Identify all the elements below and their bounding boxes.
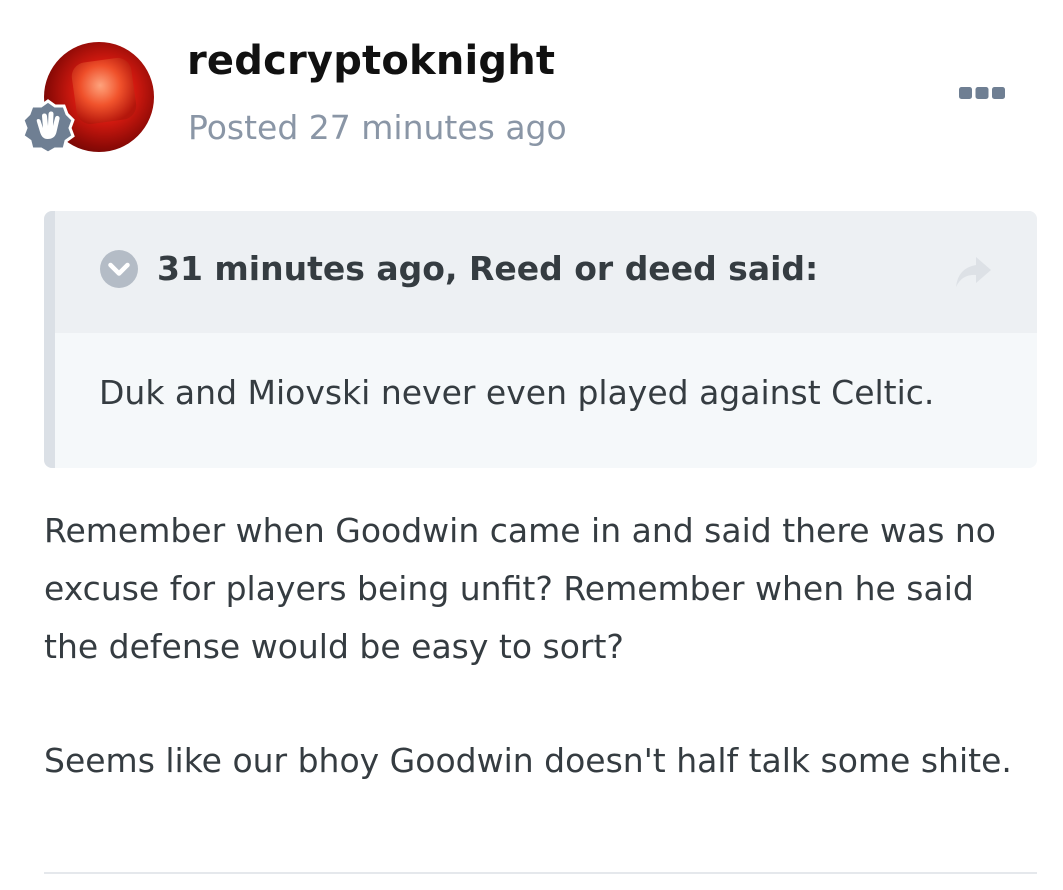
post-paragraph-line: the defense would be easy to sort?	[44, 627, 624, 666]
post-divider	[44, 872, 1037, 874]
quote-block: 31 minutes ago, Reed or deed said: Duk a…	[44, 211, 1037, 468]
quote-content: Duk and Miovski never even played agains…	[99, 373, 935, 412]
quote-header: 31 minutes ago, Reed or deed said:	[55, 211, 1037, 333]
post-timestamp[interactable]: Posted 27 minutes ago	[188, 108, 567, 147]
post-paragraph-line: Seems like our bhoy Goodwin doesn't half…	[44, 741, 1012, 780]
avatar-image	[69, 56, 139, 126]
quote-accent-bar	[44, 211, 55, 468]
post-content: Remember when Goodwin came in and said t…	[44, 502, 1044, 790]
quote-citation[interactable]: 31 minutes ago, Reed or deed said:	[157, 249, 818, 288]
chevron-down-circle-icon[interactable]	[99, 249, 139, 289]
post-paragraph-line: Remember when Goodwin came in and said t…	[44, 511, 996, 550]
post-header: redcryptoknight Posted 27 minutes ago	[0, 0, 1063, 190]
author-username[interactable]: redcryptoknight	[187, 38, 555, 84]
share-arrow-icon[interactable]	[953, 253, 993, 291]
post-paragraph-line: excuse for players being unfit? Remember…	[44, 569, 974, 608]
ellipsis-icon[interactable]	[954, 80, 1010, 106]
waving-hand-badge-icon	[21, 99, 75, 154]
